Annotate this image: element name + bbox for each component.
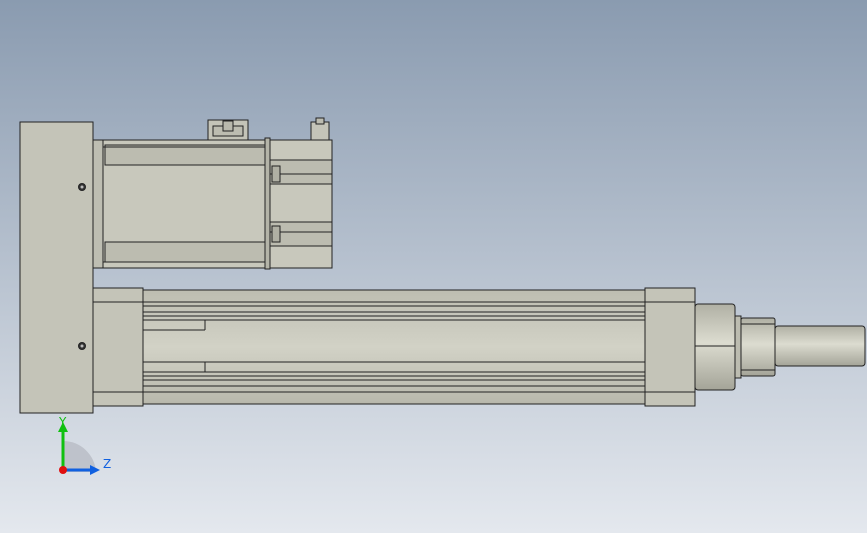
servo-motor[interactable]	[92, 117, 333, 270]
motor-connector-encoder	[310, 121, 330, 141]
triad-y-label: Y	[58, 415, 67, 429]
cylinder-tube	[142, 289, 646, 405]
front-end-cap	[644, 287, 696, 407]
piston-rod	[774, 325, 866, 367]
triad-z-label: Z	[103, 457, 111, 471]
rear-end-cap	[92, 287, 144, 407]
rod-seal-housing	[694, 303, 736, 391]
model-canvas[interactable]: Y Z	[0, 0, 867, 533]
cad-viewport[interactable]: Y Z	[0, 0, 867, 533]
actuator-body[interactable]	[92, 287, 696, 407]
triad-x-axis-dot	[59, 466, 67, 474]
rod-nut	[740, 317, 776, 377]
mounting-bracket[interactable]	[19, 121, 94, 414]
